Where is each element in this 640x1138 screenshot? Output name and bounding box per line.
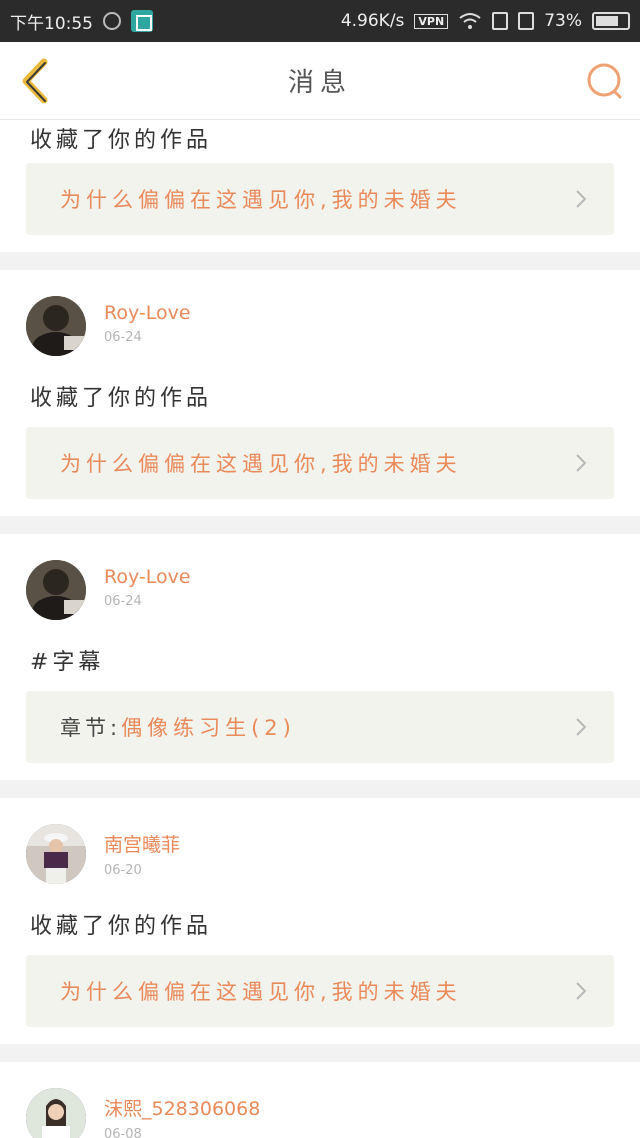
chevron-right-icon: [576, 982, 587, 1000]
avatar[interactable]: [26, 824, 86, 884]
list-item: Roy-Love 06-24 收藏了你的作品 为什么偏偏在这遇见你,我的未婚夫: [0, 270, 640, 516]
chapter-label: 章节:: [60, 716, 122, 740]
chapter-link[interactable]: 章节: 偶像练习生(2): [26, 691, 614, 763]
sim1-signal-icon: [492, 12, 509, 30]
status-bar: 下午10:55 4.96K/s VPN 73%: [0, 0, 640, 42]
work-title: 为什么偏偏在这遇见你,我的未婚夫: [60, 188, 462, 212]
message-text: 收藏了你的作品: [30, 128, 213, 153]
search-icon[interactable]: [586, 62, 624, 100]
chevron-right-icon: [576, 718, 587, 736]
chapter-title: 偶像练习生(2): [121, 716, 296, 740]
wifi-icon: [459, 13, 481, 29]
message-text: 收藏了你的作品: [30, 914, 213, 939]
list-item: Roy-Love 06-24 #字幕 章节: 偶像练习生(2): [0, 534, 640, 780]
work-link[interactable]: 为什么偏偏在这遇见你,我的未婚夫: [26, 955, 614, 1027]
network-speed: 4.96K/s: [340, 11, 405, 31]
list-item: 南宫曦菲 06-20 收藏了你的作品 为什么偏偏在这遇见你,我的未婚夫: [0, 798, 640, 1044]
username[interactable]: 沫熙_528306068: [104, 1094, 260, 1121]
message-list[interactable]: 收藏了你的作品 为什么偏偏在这遇见你,我的未婚夫 Roy-Love 06-24 …: [0, 120, 640, 1138]
date: 06-24: [104, 594, 142, 609]
page-title: 消息: [287, 68, 352, 98]
scanner-app-icon: [131, 10, 153, 32]
battery-icon: [592, 12, 630, 30]
status-time: 下午10:55: [10, 13, 93, 34]
work-title: 为什么偏偏在这遇见你,我的未婚夫: [60, 452, 462, 476]
avatar[interactable]: [26, 296, 86, 356]
avatar[interactable]: [26, 1088, 86, 1138]
date: 06-08: [104, 1127, 142, 1138]
message-text: #字幕: [30, 650, 105, 675]
date: 06-24: [104, 330, 142, 345]
list-item: 收藏了你的作品 为什么偏偏在这遇见你,我的未婚夫: [0, 120, 640, 252]
username[interactable]: Roy-Love: [104, 302, 191, 324]
shield-icon: [103, 12, 121, 30]
back-arrow-icon[interactable]: [18, 58, 52, 104]
work-link[interactable]: 为什么偏偏在这遇见你,我的未婚夫: [26, 427, 614, 499]
sim2-signal-icon: [518, 12, 535, 30]
date: 06-20: [104, 863, 142, 878]
work-link[interactable]: 为什么偏偏在这遇见你,我的未婚夫: [26, 163, 614, 235]
username[interactable]: 南宫曦菲: [104, 830, 180, 857]
message-text: 收藏了你的作品: [30, 386, 213, 411]
battery-percent: 73%: [544, 11, 582, 31]
work-title: 为什么偏偏在这遇见你,我的未婚夫: [60, 980, 462, 1004]
username[interactable]: Roy-Love: [104, 566, 191, 588]
list-item: 沫熙_528306068 06-08: [0, 1062, 640, 1138]
avatar[interactable]: [26, 560, 86, 620]
chevron-right-icon: [576, 454, 587, 472]
vpn-badge: VPN: [414, 13, 449, 29]
chevron-right-icon: [576, 190, 587, 208]
nav-bar: 消息: [0, 42, 640, 120]
